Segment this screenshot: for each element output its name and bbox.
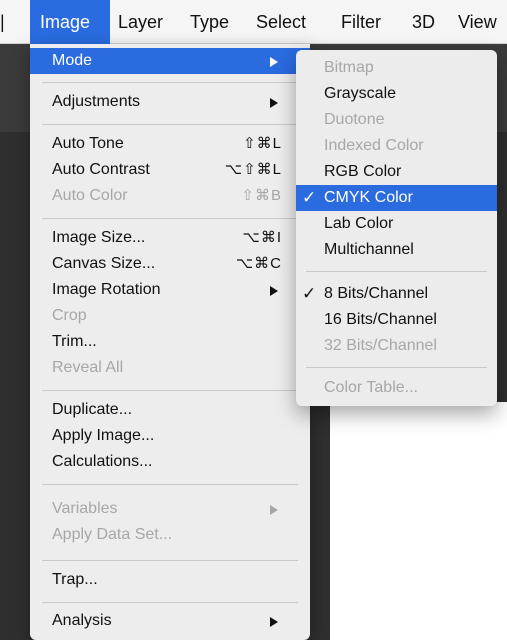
menu-item-auto-color: Auto Color ⇧⌘B xyxy=(30,183,310,209)
menu-item-duplicate[interactable]: Duplicate... xyxy=(30,397,310,423)
menu-separator xyxy=(306,271,487,272)
submenu-item-bitmap: Bitmap xyxy=(296,55,497,81)
menu-item-label: Duplicate... xyxy=(52,401,133,418)
menu-item-analysis[interactable]: Analysis xyxy=(30,608,310,634)
submenu-item-multichannel[interactable]: Multichannel xyxy=(296,237,497,263)
submenu-item-rgb-color[interactable]: RGB Color xyxy=(296,159,497,185)
menu-item-label: Auto Tone xyxy=(52,135,124,152)
submenu-item-color-table: Color Table... xyxy=(296,375,497,401)
menu-item-crop: Crop xyxy=(30,303,310,329)
menu-separator xyxy=(42,560,298,561)
menu-separator xyxy=(42,602,298,603)
menu-item-shortcut: ⌥⌘I xyxy=(242,229,282,246)
submenu-item-32-bits: 32 Bits/Channel xyxy=(296,333,497,359)
menu-item-label: CMYK Color xyxy=(324,189,413,206)
checkmark-icon: ✓ xyxy=(302,284,317,303)
checkmark-icon: ✓ xyxy=(302,188,317,207)
menu-separator xyxy=(42,82,298,83)
menu-item-trim[interactable]: Trim... xyxy=(30,329,310,355)
menu-separator xyxy=(42,390,298,391)
submenu-item-lab-color[interactable]: Lab Color xyxy=(296,211,497,237)
submenu-item-8-bits[interactable]: ✓ 8 Bits/Channel xyxy=(296,281,497,307)
menu-item-label: RGB Color xyxy=(324,163,402,180)
menu-item-label: Indexed Color xyxy=(324,137,424,154)
menu-separator xyxy=(42,218,298,219)
menu-separator xyxy=(42,124,298,125)
menu-item-label: Trap... xyxy=(52,571,98,588)
menubar-cutoff-fragment: | xyxy=(0,12,5,32)
menu-item-label: Grayscale xyxy=(324,85,397,102)
menu-item-label: Mode xyxy=(52,52,93,69)
menu-item-label: 32 Bits/Channel xyxy=(324,337,437,354)
menu-separator xyxy=(306,367,487,368)
submenu-item-16-bits[interactable]: 16 Bits/Channel xyxy=(296,307,497,333)
menu-item-label: Variables xyxy=(52,500,118,517)
menu-item-apply-image[interactable]: Apply Image... xyxy=(30,423,310,449)
menu-item-label: Trim... xyxy=(52,333,97,350)
menu-item-image-rotation[interactable]: Image Rotation xyxy=(30,277,310,303)
submenu-item-grayscale[interactable]: Grayscale xyxy=(296,81,497,107)
menu-item-apply-data-set: Apply Data Set... xyxy=(30,522,310,548)
menu-item-label: Color Table... xyxy=(324,379,418,396)
menubar-view[interactable]: View xyxy=(458,0,497,44)
menu-item-label: Auto Color xyxy=(52,187,128,204)
menu-item-label: Image Rotation xyxy=(52,281,161,298)
menu-item-calculations[interactable]: Calculations... xyxy=(30,449,310,475)
menu-item-label: 16 Bits/Channel xyxy=(324,311,437,328)
menu-item-label: Bitmap xyxy=(324,59,374,76)
submenu-item-duotone: Duotone xyxy=(296,107,497,133)
menu-item-variables: Variables xyxy=(30,496,310,522)
menu-item-adjustments[interactable]: Adjustments xyxy=(30,89,310,115)
menu-item-label: Reveal All xyxy=(52,359,124,376)
menubar-3d[interactable]: 3D xyxy=(412,0,435,44)
menu-item-shortcut: ⌥⌘C xyxy=(235,255,282,272)
menu-item-canvas-size[interactable]: Canvas Size... ⌥⌘C xyxy=(30,251,310,277)
menu-item-shortcut: ⌥⇧⌘L xyxy=(224,161,282,178)
menu-item-image-size[interactable]: Image Size... ⌥⌘I xyxy=(30,225,310,251)
menubar-layer[interactable]: Layer xyxy=(118,0,163,44)
image-menu: Mode Adjustments Auto Tone ⇧⌘L Auto Cont… xyxy=(30,44,310,640)
menu-item-label: Crop xyxy=(52,307,87,324)
menubar-select[interactable]: Select xyxy=(256,0,306,44)
menu-item-label: Duotone xyxy=(324,111,385,128)
submenu-arrow-icon xyxy=(270,98,278,108)
menu-item-label: Auto Contrast xyxy=(52,161,150,178)
submenu-arrow-icon xyxy=(270,57,278,67)
menu-item-label: Apply Data Set... xyxy=(52,526,173,543)
menu-item-label: Lab Color xyxy=(324,215,394,232)
menu-item-trap[interactable]: Trap... xyxy=(30,567,310,593)
menubar-filter[interactable]: Filter xyxy=(341,0,381,44)
menu-item-auto-tone[interactable]: Auto Tone ⇧⌘L xyxy=(30,131,310,157)
submenu-arrow-icon xyxy=(270,286,278,296)
menu-item-label: 8 Bits/Channel xyxy=(324,285,429,302)
menu-item-label: Canvas Size... xyxy=(52,255,156,272)
menu-item-label: Adjustments xyxy=(52,93,141,110)
menu-item-label: Calculations... xyxy=(52,453,153,470)
menu-item-label: Apply Image... xyxy=(52,427,155,444)
menu-item-shortcut: ⇧⌘B xyxy=(241,187,282,204)
submenu-arrow-icon xyxy=(270,617,278,627)
submenu-item-cmyk-color[interactable]: ✓ CMYK Color xyxy=(296,185,497,211)
menu-item-label: Multichannel xyxy=(324,241,414,258)
menu-item-label: Image Size... xyxy=(52,229,146,246)
menu-separator xyxy=(42,484,298,485)
submenu-arrow-icon xyxy=(270,505,278,515)
menu-item-shortcut: ⇧⌘L xyxy=(243,135,282,152)
menu-item-label: Analysis xyxy=(52,612,112,629)
menubar-image[interactable]: Image xyxy=(30,0,110,44)
mode-submenu: Bitmap Grayscale Duotone Indexed Color R… xyxy=(296,50,497,406)
canvas-area xyxy=(330,402,507,640)
submenu-item-indexed-color: Indexed Color xyxy=(296,133,497,159)
menubar-type[interactable]: Type xyxy=(190,0,229,44)
menu-item-reveal-all: Reveal All xyxy=(30,355,310,381)
menubar: | Image Layer Type Select Filter 3D View xyxy=(0,0,507,44)
menu-item-mode[interactable]: Mode xyxy=(30,48,310,74)
menu-item-auto-contrast[interactable]: Auto Contrast ⌥⇧⌘L xyxy=(30,157,310,183)
